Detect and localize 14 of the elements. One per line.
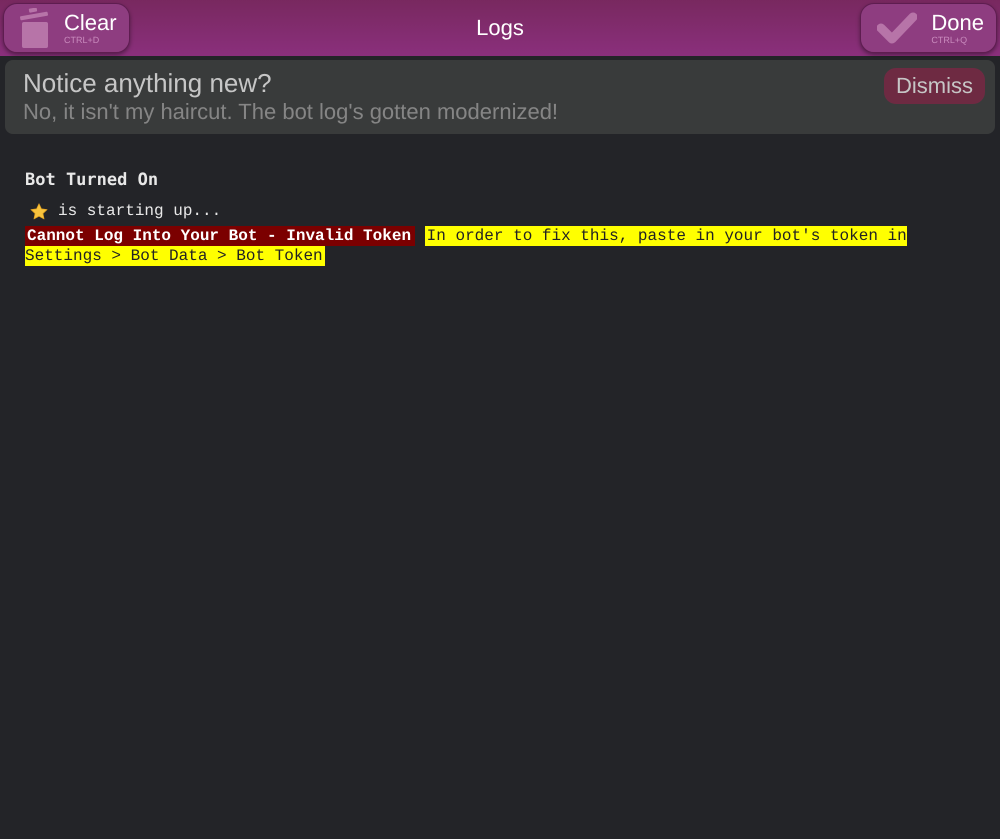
error-message: Cannot Log Into Your Bot - Invalid Token bbox=[25, 226, 416, 246]
done-button[interactable]: Done CTRL+Q bbox=[860, 3, 997, 53]
log-heading: Bot Turned On bbox=[25, 170, 160, 190]
clear-button[interactable]: Clear CTRL+D bbox=[3, 3, 130, 53]
shortcut-label: CTRL+Q bbox=[931, 34, 968, 46]
trash-can-icon bbox=[20, 8, 50, 48]
shortcut-label: CTRL+D bbox=[64, 34, 100, 46]
checkmark-icon bbox=[877, 12, 918, 44]
dismiss-button[interactable]: Dismiss bbox=[884, 68, 985, 104]
star-icon bbox=[30, 202, 48, 220]
window-title: Logs bbox=[476, 15, 524, 41]
log-line: is starting up... bbox=[58, 202, 222, 220]
notice-message: No, it isn't my haircut. The bot log's gotten modernized! bbox=[23, 98, 558, 126]
notice-title: Notice anything new? bbox=[23, 68, 273, 98]
